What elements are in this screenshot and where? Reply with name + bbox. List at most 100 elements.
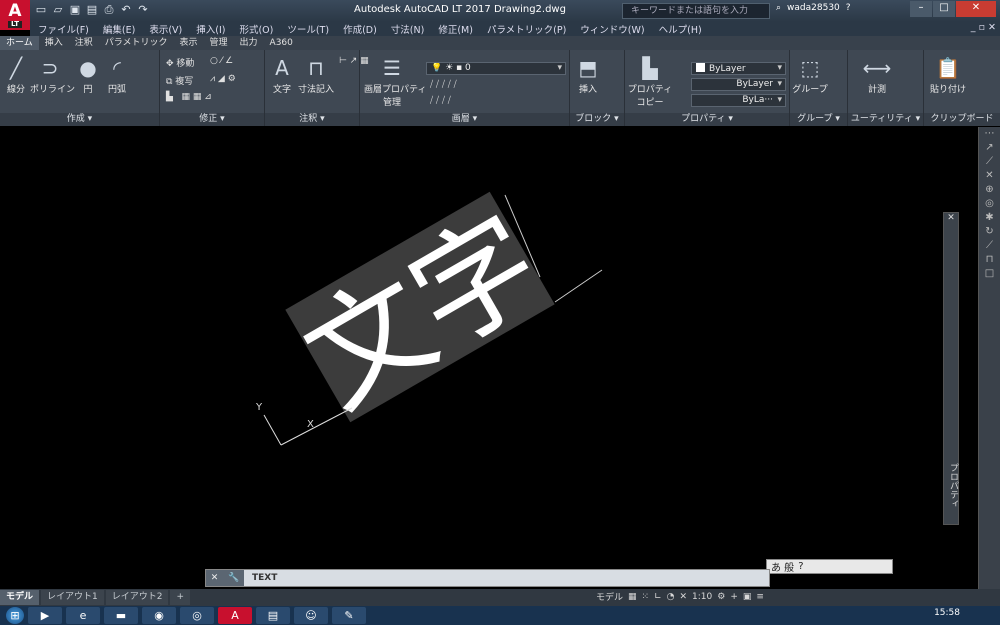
match-properties-tool[interactable]: ▙ プロパティ コピー (627, 56, 673, 108)
nav-tool-5-icon[interactable]: ⊕ (979, 183, 1000, 197)
fullscreen-icon[interactable]: ▣ (743, 592, 752, 602)
model-space-button[interactable]: モデル (596, 590, 623, 603)
drawing-canvas[interactable]: 文字 Y X (0, 127, 978, 589)
open-icon[interactable]: ▱ (51, 3, 65, 17)
palette-close-icon[interactable]: ✕ (944, 213, 958, 223)
start-button[interactable]: ⊞ (6, 607, 24, 624)
nav-tool-11-icon[interactable]: □ (979, 267, 1000, 281)
tab-a360[interactable]: A360 (264, 36, 299, 50)
menu-format[interactable]: 形式(O) (239, 22, 273, 36)
app2-icon[interactable]: ▤ (256, 607, 290, 624)
modify-panel-title[interactable]: 修正 ▾ (160, 113, 264, 126)
user-name[interactable]: wada28530 (787, 3, 840, 13)
app3-icon[interactable]: ☺ (294, 607, 328, 624)
tab-add-layout[interactable]: + (170, 590, 191, 605)
stretch-icon[interactable]: ▙ ▦ ▦ ⊿ (166, 92, 212, 102)
layer-properties-tool[interactable]: ☰ 画層プロパティ 管理 (364, 56, 426, 108)
close-button[interactable]: ✕ (956, 1, 996, 17)
nav-tool-10-icon[interactable]: ⊓ (979, 253, 1000, 267)
polyline-tool[interactable]: ⊃ ポリライン (30, 56, 75, 95)
osnap-icon[interactable]: ✕ (679, 592, 687, 602)
arc-tool[interactable]: ◜ 円弧 (104, 56, 130, 95)
print-icon[interactable]: ⎙ (102, 3, 116, 17)
nav-tool-6-icon[interactable]: ◎ (979, 197, 1000, 211)
polar-icon[interactable]: ◔ (667, 592, 675, 602)
saveas-icon[interactable]: ▤ (85, 3, 99, 17)
chrome-icon[interactable]: ◉ (142, 607, 176, 624)
block-panel-title[interactable]: ブロック ▾ (570, 113, 624, 126)
autocad-icon[interactable]: A (218, 607, 252, 624)
clock[interactable]: 15:58 (934, 608, 960, 618)
menu-dimension[interactable]: 寸法(N) (391, 22, 425, 36)
paint-icon[interactable]: ✎ (332, 607, 366, 624)
snap-icon[interactable]: ⁙ (642, 592, 650, 602)
binoculars-icon[interactable]: ⌕ (776, 3, 781, 13)
lineweight-dropdown[interactable]: ByLa··· (691, 94, 786, 107)
nav-tool-7-icon[interactable]: ✱ (979, 211, 1000, 225)
tab-output[interactable]: 出力 (234, 36, 264, 50)
tab-annotate[interactable]: 注釈 (69, 36, 99, 50)
ortho-icon[interactable]: ∟ (654, 592, 662, 602)
command-wrench-icon[interactable]: 🔧 (228, 573, 239, 583)
paste-tool[interactable]: 📋 貼り付け (926, 56, 970, 95)
menu-modify[interactable]: 修正(M) (438, 22, 473, 36)
tab-manage[interactable]: 管理 (204, 36, 234, 50)
nav-tool-9-icon[interactable]: ⟋ (979, 239, 1000, 253)
grid-icon[interactable]: ▦ (628, 592, 637, 602)
groups-panel-title[interactable]: グループ ▾ (790, 113, 847, 126)
ime-toolbar[interactable]: あ 般 ? (766, 559, 893, 574)
customize-icon[interactable]: ≡ (756, 592, 764, 602)
nav-tool-2-icon[interactable]: ↗ (979, 141, 1000, 155)
rotate-icon[interactable]: ○ ⁄ ∠ (210, 56, 233, 66)
color-dropdown[interactable]: ByLayer (691, 62, 786, 75)
layer-dropdown[interactable]: 💡 ☀ ▪ 0 (426, 62, 566, 75)
menu-file[interactable]: ファイル(F) (38, 22, 89, 36)
nav-tool-4-icon[interactable]: ✕ (979, 169, 1000, 183)
tab-parametric[interactable]: パラメトリック (99, 36, 174, 50)
menu-parametric[interactable]: パラメトリック(P) (487, 22, 566, 36)
draw-panel-title[interactable]: 作成 ▾ (0, 113, 159, 126)
minimize-button[interactable]: – (910, 1, 932, 17)
menu-draw[interactable]: 作成(D) (343, 22, 377, 36)
command-prompt[interactable]: TEXT (244, 573, 277, 583)
dimension-tool[interactable]: ⊓ 寸法記入 (295, 56, 337, 95)
menu-edit[interactable]: 編集(E) (103, 22, 135, 36)
tab-layout1[interactable]: レイアウト1 (41, 590, 104, 605)
tab-insert[interactable]: 挿入 (39, 36, 69, 50)
circle-tool[interactable]: ● 円 (76, 56, 100, 95)
menu-window[interactable]: ウィンドウ(W) (580, 22, 644, 36)
measure-tool[interactable]: ⟷ 計測 (862, 56, 892, 95)
command-line[interactable]: ✕ 🔧 TEXT (205, 569, 770, 587)
tab-model[interactable]: モデル (0, 590, 40, 605)
text-tool[interactable]: A 文字 (269, 56, 295, 95)
plus-icon[interactable]: + (730, 592, 738, 602)
group-tool[interactable]: ⬚ グループ (792, 56, 828, 95)
save-icon[interactable]: ▣ (68, 3, 82, 17)
ie-icon[interactable]: e (66, 607, 100, 624)
linetype-dropdown[interactable]: ByLayer (691, 78, 786, 91)
tab-layout2[interactable]: レイアウト2 (105, 590, 169, 605)
nav-tool-1-icon[interactable]: ⋯ (979, 127, 1000, 141)
redo-icon[interactable]: ↷ (136, 3, 150, 17)
tab-view[interactable]: 表示 (174, 36, 204, 50)
nav-tool-8-icon[interactable]: ↻ (979, 225, 1000, 239)
layer-tools-icon[interactable]: ⧸ ⧸ ⧸ ⧸ ⧸ (430, 80, 457, 90)
annotation-panel-title[interactable]: 注釈 ▾ (265, 113, 359, 126)
app-icon[interactable]: ◎ (180, 607, 214, 624)
nav-tool-3-icon[interactable]: ⟋ (979, 155, 1000, 169)
settings-icon[interactable]: ⚙ (717, 592, 725, 602)
properties-palette[interactable]: ✕ プロパティ (943, 212, 959, 525)
utilities-panel-title[interactable]: ユーティリティ ▾ (848, 113, 923, 126)
tab-home[interactable]: ホーム (0, 36, 39, 50)
menu-tools[interactable]: ツール(T) (287, 22, 329, 36)
app-menu-button[interactable]: A LT (0, 0, 30, 30)
properties-panel-title[interactable]: プロパティ ▾ (625, 113, 789, 126)
search-input[interactable]: キーワードまたは語句を入力 (622, 3, 770, 19)
ime-help-icon[interactable]: ? (798, 561, 803, 572)
text-object[interactable]: 文字 (282, 190, 564, 435)
menu-help[interactable]: ヘルプ(H) (659, 22, 702, 36)
line-tool[interactable]: ╱ 線分 (4, 56, 28, 95)
help-icon[interactable]: ? (846, 3, 851, 13)
insert-tool[interactable]: ⬒ 挿入 (574, 56, 602, 95)
move-tool[interactable]: ✥ 移動 (166, 56, 194, 69)
